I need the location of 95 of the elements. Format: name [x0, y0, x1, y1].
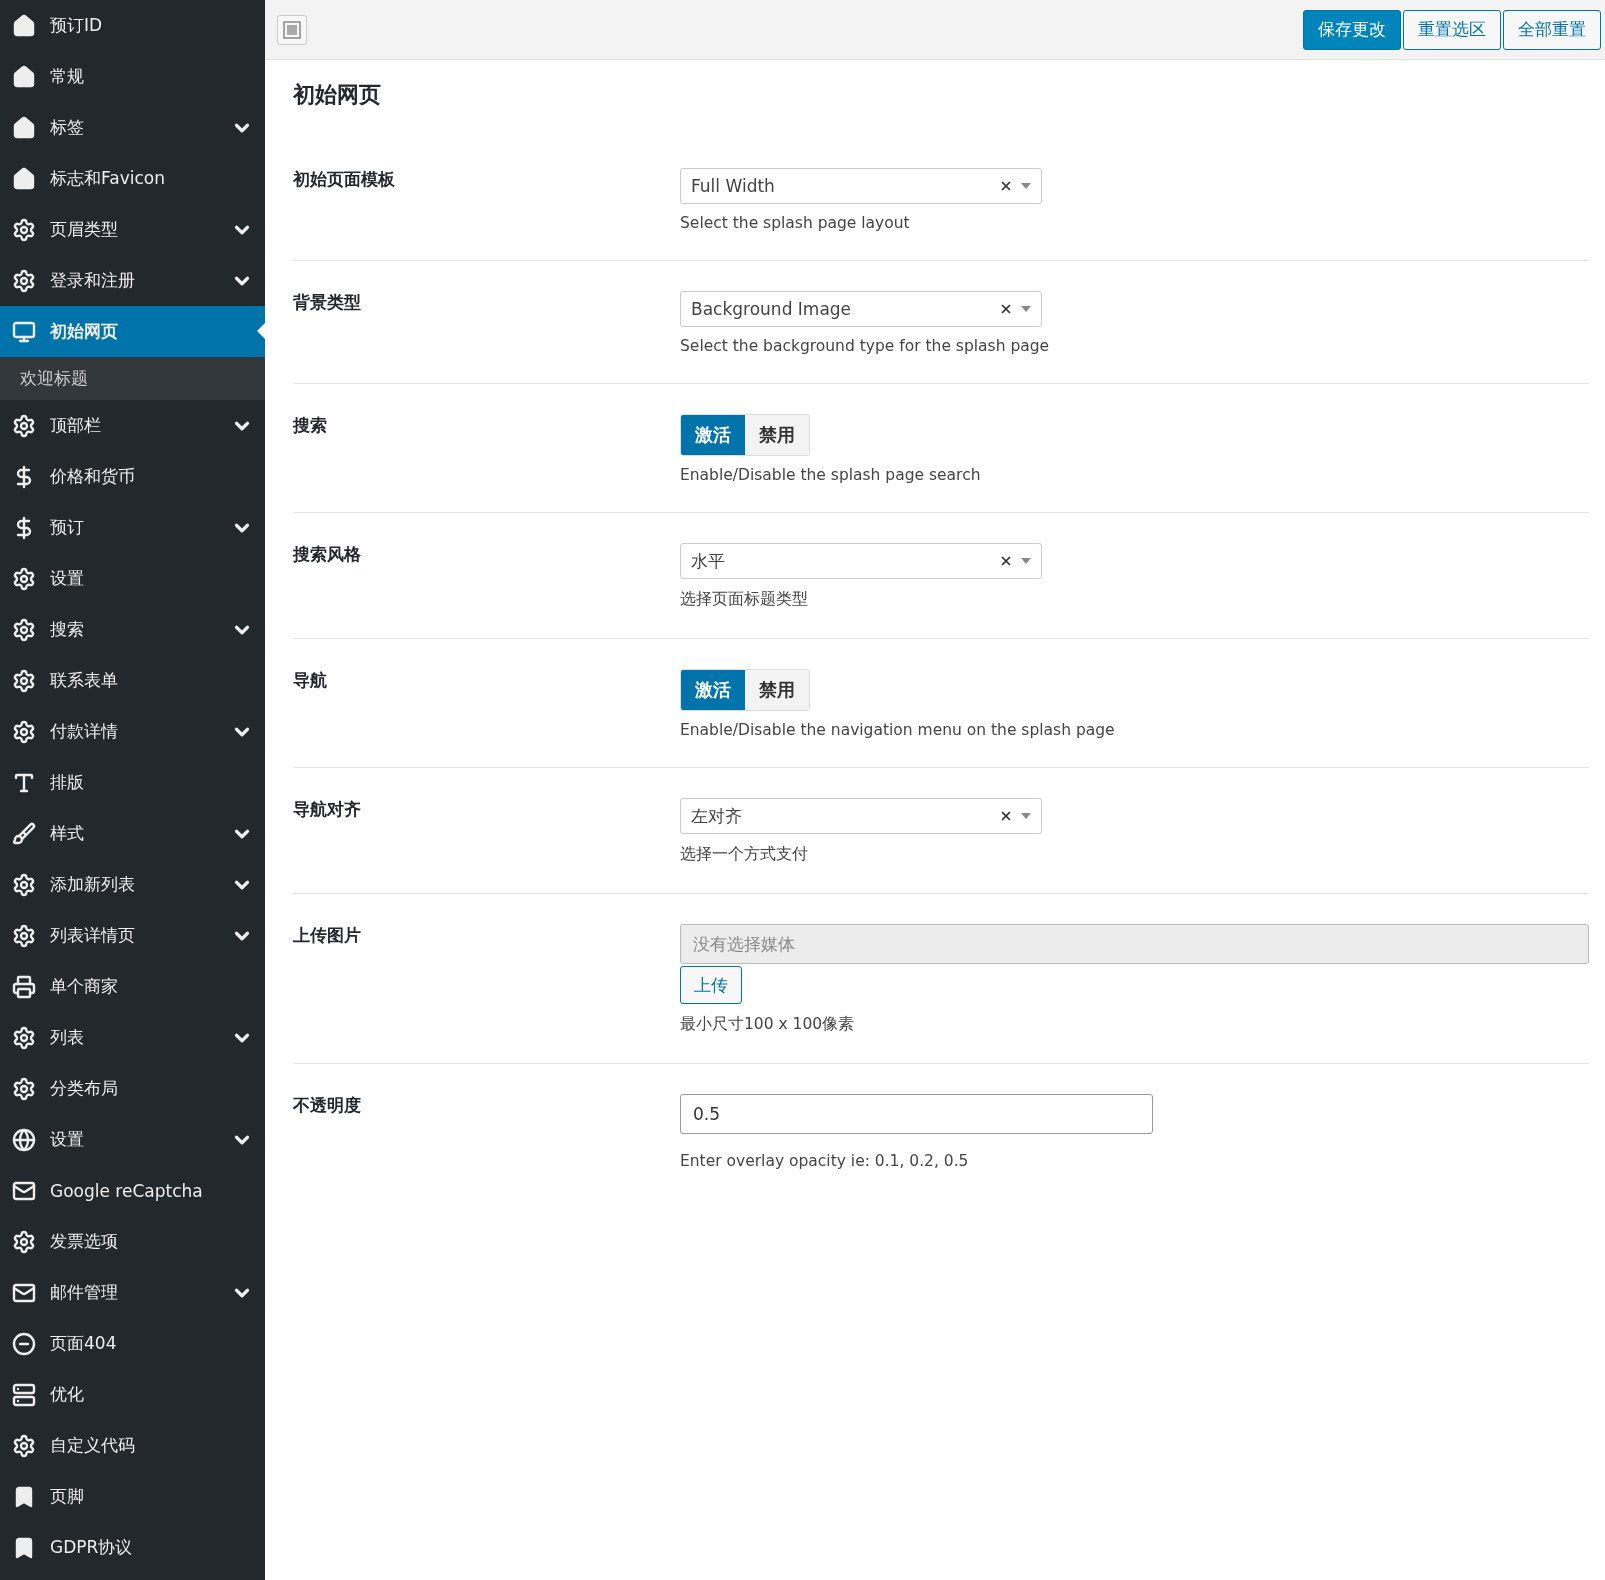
- field-label: 上传图片: [293, 924, 362, 947]
- field-description: 选择一个方式支付: [680, 844, 808, 865]
- field-description: 选择页面标题类型: [680, 589, 808, 610]
- toggle-option[interactable]: 禁用: [745, 670, 809, 710]
- field-label: 导航: [293, 669, 328, 692]
- monitor-icon: [12, 319, 36, 344]
- clear-icon[interactable]: [999, 302, 1013, 316]
- field-description: Select the background type for the splash page: [680, 337, 1050, 355]
- field-description: 最小尺寸100 x 100像素: [680, 1014, 855, 1035]
- clear-icon[interactable]: [999, 809, 1013, 823]
- sidebar-item[interactable]: 页脚: [0, 1471, 265, 1522]
- server-icon: [12, 1382, 36, 1407]
- field-description: Select the splash page layout: [680, 214, 910, 232]
- field-label: 初始页面模板: [293, 168, 396, 191]
- select-field[interactable]: 水平: [680, 543, 1042, 579]
- section-title: 初始网页: [293, 81, 382, 109]
- gear-icon: [12, 1229, 36, 1254]
- sidebar-item[interactable]: 登录和注册: [0, 255, 265, 306]
- select-field[interactable]: Full Width: [680, 168, 1042, 204]
- field-label: 导航对齐: [293, 798, 362, 821]
- sidebar-item[interactable]: 标志和Favicon: [0, 153, 265, 204]
- caret-icon: [1021, 306, 1031, 312]
- field-label: 搜索风格: [293, 543, 362, 566]
- sidebar-item[interactable]: 自定义代码: [0, 1420, 265, 1471]
- field-label: 不透明度: [293, 1094, 362, 1117]
- sidebar-item[interactable]: 分类布局: [0, 1063, 265, 1114]
- sidebar-item[interactable]: 单个商家: [0, 961, 265, 1012]
- caret-icon: [1021, 183, 1031, 189]
- gear-icon: [12, 566, 36, 591]
- toolbar-button[interactable]: 全部重置: [1503, 9, 1601, 50]
- sidebar-item[interactable]: 标签: [0, 102, 265, 153]
- media-field[interactable]: 没有选择媒体: [680, 924, 1589, 964]
- select-field[interactable]: 左对齐: [680, 798, 1042, 834]
- sidebar-item[interactable]: 发票选项: [0, 1216, 265, 1267]
- sidebar-item[interactable]: 价格和货币: [0, 451, 265, 502]
- sidebar-item[interactable]: 列表: [0, 1012, 265, 1063]
- clear-icon[interactable]: [999, 554, 1013, 568]
- sidebar-item[interactable]: 预订ID: [0, 0, 265, 51]
- printer-icon: [12, 974, 36, 999]
- gear-icon: [12, 413, 36, 438]
- sidebar-item[interactable]: 初始网页: [0, 306, 265, 357]
- sidebar-item[interactable]: 页面404: [0, 1318, 265, 1369]
- home-icon: [12, 115, 36, 140]
- panel-icon: [283, 20, 301, 39]
- sidebar-item[interactable]: 设置: [0, 553, 265, 604]
- gear-icon: [12, 217, 36, 242]
- gear-icon: [12, 923, 36, 948]
- sidebar-item[interactable]: 优化: [0, 1369, 265, 1420]
- caret-icon: [1021, 813, 1031, 819]
- field-description: Enable/Disable the navigation menu on the splash page: [680, 721, 1115, 739]
- sidebar-item[interactable]: GDPR协议: [0, 1522, 265, 1573]
- sidebar-item[interactable]: 联系表单: [0, 655, 265, 706]
- field-label: 背景类型: [293, 291, 362, 314]
- sidebar-item[interactable]: 页眉类型: [0, 204, 265, 255]
- pointer-icon: [257, 323, 265, 339]
- gear-icon: [12, 668, 36, 693]
- sidebar-item[interactable]: 顶部栏: [0, 400, 265, 451]
- sidebar-subitem[interactable]: 欢迎标题: [0, 357, 265, 400]
- globe-icon: [12, 1127, 36, 1152]
- toggle-option[interactable]: 激活: [681, 670, 745, 710]
- toolbar-button[interactable]: 保存更改: [1303, 9, 1401, 50]
- field-description: Enter overlay opacity ie: 0.1, 0.2, 0.5: [680, 1152, 969, 1170]
- sidebar-item[interactable]: 搜索: [0, 604, 265, 655]
- field-label: 搜索: [293, 414, 328, 437]
- sidebar-item[interactable]: 常规: [0, 51, 265, 102]
- gear-icon: [12, 719, 36, 744]
- gear-icon: [12, 1025, 36, 1050]
- clear-icon[interactable]: [999, 179, 1013, 193]
- toggle-option[interactable]: 激活: [681, 415, 745, 455]
- minus-circle-icon: [12, 1331, 36, 1356]
- sidebar-item[interactable]: 付款详情: [0, 706, 265, 757]
- gear-icon: [12, 268, 36, 293]
- caret-icon: [1021, 558, 1031, 564]
- sidebar-item[interactable]: 预订: [0, 502, 265, 553]
- toggle-option[interactable]: 禁用: [745, 415, 809, 455]
- toolbar-button[interactable]: 重置选区: [1403, 9, 1501, 50]
- upload-button[interactable]: 上传: [680, 966, 742, 1004]
- sidebar-item[interactable]: 列表详情页: [0, 910, 265, 961]
- gear-icon: [12, 872, 36, 897]
- field-description: Enable/Disable the splash page search: [680, 466, 981, 484]
- sidebar-item[interactable]: 邮件管理: [0, 1267, 265, 1318]
- home-icon: [12, 13, 36, 38]
- input-field[interactable]: 0.5: [680, 1094, 1153, 1134]
- home-icon: [12, 64, 36, 89]
- sidebar-item[interactable]: 排版: [0, 757, 265, 808]
- sidebar-item[interactable]: 添加新列表: [0, 859, 265, 910]
- gear-icon: [12, 617, 36, 642]
- gear-icon: [12, 1433, 36, 1458]
- select-field[interactable]: Background Image: [680, 291, 1042, 327]
- brush-icon: [12, 821, 36, 846]
- sidebar-item[interactable]: 样式: [0, 808, 265, 859]
- sidebar-item[interactable]: 设置: [0, 1114, 265, 1165]
- home-icon: [12, 166, 36, 191]
- gear-icon: [12, 1076, 36, 1101]
- sidebar-item[interactable]: Google reCaptcha: [0, 1165, 265, 1216]
